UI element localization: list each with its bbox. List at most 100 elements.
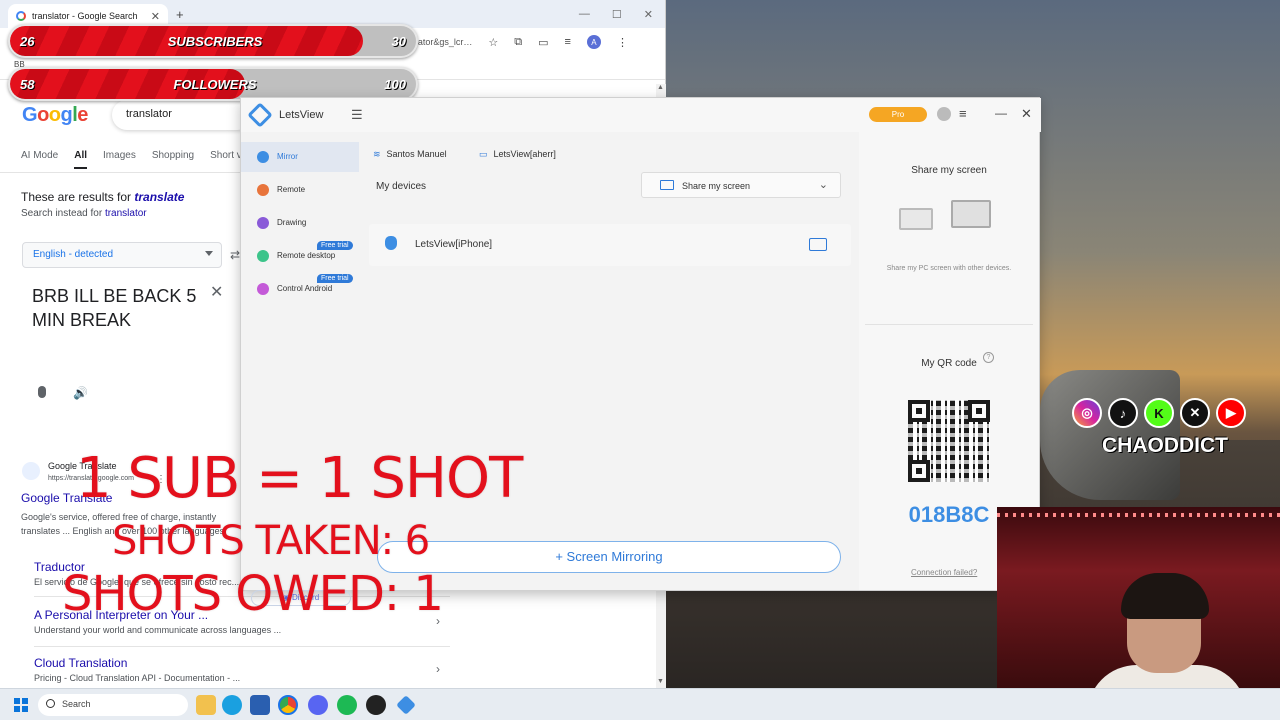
swap-languages-icon[interactable]: ⇄ xyxy=(230,248,240,262)
file-explorer-icon[interactable] xyxy=(196,695,216,715)
logo-letter: g xyxy=(60,104,73,126)
sidebar-item-label: Control Android xyxy=(277,284,333,293)
sidebar-item-remote-desktop[interactable]: Remote desktop Free trial xyxy=(241,241,359,271)
source-language-select[interactable]: English - detected xyxy=(22,242,222,268)
profile-avatar[interactable]: A xyxy=(586,35,601,49)
search-instead-notice: Search instead for translator xyxy=(21,208,147,219)
results-term-link[interactable]: translate xyxy=(134,190,184,204)
scroll-down-icon[interactable]: ▼ xyxy=(657,678,664,685)
sidebar-item-drawing[interactable]: Drawing xyxy=(241,208,359,238)
kick-icon: K xyxy=(1144,398,1174,428)
sidebar-item-label: Remote xyxy=(277,185,306,194)
tab-shopping[interactable]: Shopping xyxy=(152,150,194,169)
obs-icon[interactable] xyxy=(366,695,386,715)
close-window-icon[interactable]: ✕ xyxy=(644,8,653,21)
discord-icon[interactable] xyxy=(308,695,328,715)
divider xyxy=(0,172,240,173)
window-controls: — ☐ ✕ xyxy=(579,8,665,21)
logo-letter: o xyxy=(37,104,49,126)
tab-images[interactable]: Images xyxy=(103,150,136,169)
followers-goal-bar: 58 FOLLOWERS 100 xyxy=(8,67,418,101)
menu-icon[interactable]: ≡ xyxy=(959,106,967,121)
close-tab-icon[interactable]: ✕ xyxy=(151,10,160,23)
minimize-icon[interactable]: — xyxy=(995,106,1007,120)
mirror-icon xyxy=(257,151,269,163)
subresult-snippet: Pricing - Cloud Translation API - Docume… xyxy=(34,673,241,683)
tab-short-videos[interactable]: Short vi xyxy=(210,150,244,169)
tiktok-icon: ♪ xyxy=(1108,398,1138,428)
google-logo[interactable]: Google xyxy=(22,104,88,127)
edge-icon[interactable] xyxy=(222,695,242,715)
free-trial-badge: Free trial xyxy=(317,274,353,283)
minimize-icon[interactable]: — xyxy=(579,8,590,21)
pc-name-label: LetsView[aherr] xyxy=(493,149,556,159)
letsview-window: LetsView ☰ Pro ≡ — ✕ Mirror Remote Drawi… xyxy=(240,97,1041,606)
sidebar-item-control-android[interactable]: Control Android Free trial xyxy=(241,274,359,304)
drawing-icon xyxy=(257,217,269,229)
store-icon[interactable] xyxy=(250,695,270,715)
share-screen-dropdown[interactable]: Share my screen ⌄ xyxy=(641,172,841,198)
new-tab-button[interactable]: + xyxy=(176,7,184,22)
app-name: LetsView xyxy=(279,109,324,121)
cast-icon[interactable]: ▭ xyxy=(538,36,548,49)
chevron-right-icon[interactable]: › xyxy=(436,662,440,676)
extensions-icon[interactable]: ⧉ xyxy=(514,36,522,49)
bookmark-star-icon[interactable]: ☆ xyxy=(488,36,498,49)
connection-failed-link[interactable]: Connection failed? xyxy=(911,568,977,577)
sidebar-item-mirror[interactable]: Mirror xyxy=(241,142,359,172)
goal-target: 100 xyxy=(384,77,406,92)
pc-name: ▭ LetsView[aherr] xyxy=(479,149,556,160)
sidebar-item-remote[interactable]: Remote xyxy=(241,175,359,205)
device-row[interactable]: LetsView[iPhone] xyxy=(369,224,851,266)
close-icon[interactable]: ✕ xyxy=(1021,106,1032,122)
wifi-name: Santos Manuel xyxy=(386,149,447,159)
qr-finder xyxy=(908,460,930,482)
tab-title: translator - Google Search xyxy=(32,11,138,21)
instagram-icon: ◎ xyxy=(1072,398,1102,428)
monitor-icon: ▭ xyxy=(479,149,488,159)
taskbar: Search xyxy=(0,688,1280,720)
collapse-menu-icon[interactable]: ☰ xyxy=(351,107,363,123)
more-menu-icon[interactable]: ⋮ xyxy=(617,36,628,49)
divider xyxy=(865,324,1033,325)
help-icon[interactable]: ? xyxy=(983,352,994,363)
spotify-icon[interactable] xyxy=(337,695,357,715)
mirror-device-icon[interactable] xyxy=(809,238,827,251)
subresult-title-link[interactable]: Cloud Translation xyxy=(34,656,127,670)
taskbar-search[interactable]: Search xyxy=(38,694,188,716)
clear-text-icon[interactable]: ✕ xyxy=(210,282,223,302)
maximize-icon[interactable]: ☐ xyxy=(612,8,622,21)
letsview-main: ≋ Santos Manuel ▭ LetsView[aherr] My devic… xyxy=(359,132,857,590)
remote-desktop-icon xyxy=(257,250,269,262)
stream-overlay-line3: SHOTS OWED: 1 xyxy=(62,566,444,622)
reading-list-icon[interactable]: ≡ xyxy=(565,36,571,48)
screen-share-icon xyxy=(660,180,674,190)
pro-badge[interactable]: Pro xyxy=(869,107,927,122)
screen-mirroring-button[interactable]: + Screen Mirroring xyxy=(377,541,841,573)
scroll-up-icon[interactable]: ▲ xyxy=(657,84,664,91)
source-text-input[interactable]: BRB ILL BE BACK 5 MIN BREAK xyxy=(32,284,212,332)
divider xyxy=(34,646,450,647)
results-for-notice: These are results for translate xyxy=(21,190,184,204)
user-avatar-icon[interactable] xyxy=(937,107,951,121)
search-instead-link[interactable]: translator xyxy=(105,208,147,219)
windows-start-icon[interactable] xyxy=(14,698,28,712)
tab-all[interactable]: All xyxy=(74,150,88,169)
sidebar-item-label: Mirror xyxy=(277,152,298,161)
speaker-icon[interactable]: 🔊 xyxy=(73,386,88,400)
letsview-taskbar-icon[interactable] xyxy=(396,695,416,715)
youtube-icon: ▶ xyxy=(1216,398,1246,428)
goal-label: SUBSCRIBERS xyxy=(167,34,263,49)
tab-ai-mode[interactable]: AI Mode xyxy=(21,150,58,169)
microphone-icon[interactable] xyxy=(38,386,46,398)
google-search-input[interactable]: translator xyxy=(112,100,252,130)
x-icon: ✕ xyxy=(1180,398,1210,428)
laptop-icon xyxy=(899,208,933,230)
apple-icon xyxy=(385,236,397,250)
chrome-icon[interactable] xyxy=(278,695,298,715)
qr-code-title: My QR code xyxy=(921,358,977,369)
google-favicon-icon xyxy=(16,11,26,21)
my-devices-heading: My devices xyxy=(376,181,427,192)
device-name: LetsView[iPhone] xyxy=(415,239,493,250)
stream-overlay-line1: 1 SUB = 1 SHOT xyxy=(76,446,523,511)
